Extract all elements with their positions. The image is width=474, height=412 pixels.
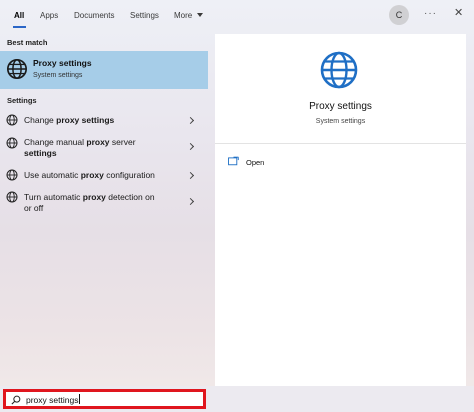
settings-result-label: Change proxy settings <box>24 115 115 125</box>
settings-result-label: Use automatic proxy configuration <box>24 170 155 180</box>
search-icon <box>11 395 21 405</box>
globe-icon <box>6 114 18 126</box>
settings-result-label: Turn automatic proxy detection on or off <box>24 192 155 213</box>
divider <box>215 143 466 144</box>
active-tab-indicator <box>13 26 26 28</box>
avatar[interactable]: C <box>389 5 409 25</box>
settings-result-item[interactable]: Turn automatic proxy detection on or off <box>0 188 208 216</box>
chevron-right-icon[interactable] <box>186 171 195 180</box>
search-input[interactable]: proxy settings <box>3 389 206 409</box>
open-label: Open <box>246 158 265 167</box>
tab-all[interactable]: All <box>14 11 24 20</box>
search-query: proxy settings <box>26 394 81 405</box>
close-icon[interactable]: ✕ <box>454 6 463 19</box>
open-action[interactable]: Open <box>228 156 348 170</box>
settings-result-label: Change manual proxy server settings <box>24 137 136 158</box>
tab-documents[interactable]: Documents <box>74 11 114 20</box>
start-search-panel: All Apps Documents Settings More C ··· ✕… <box>0 0 474 386</box>
settings-heading: Settings <box>7 96 37 105</box>
detail-subtitle: System settings <box>315 118 366 125</box>
best-match-subtitle: System settings <box>33 72 83 79</box>
text-caret <box>79 394 81 404</box>
tab-settings[interactable]: Settings <box>130 11 159 20</box>
globe-icon <box>7 59 27 79</box>
detail-title: Proxy settings <box>309 101 372 112</box>
chevron-right-icon[interactable] <box>186 197 195 206</box>
chevron-down-icon <box>197 13 203 17</box>
chevron-right-icon[interactable] <box>186 116 195 125</box>
settings-result-item[interactable]: Use automatic proxy configuration <box>0 166 208 184</box>
tab-more[interactable]: More <box>174 11 192 20</box>
chevron-right-icon[interactable] <box>186 142 195 151</box>
globe-icon <box>6 169 18 181</box>
globe-icon <box>6 191 18 203</box>
globe-icon <box>320 51 358 89</box>
open-window-icon <box>228 156 239 166</box>
more-options-icon[interactable]: ··· <box>424 8 437 19</box>
best-match-title: Proxy settings <box>33 58 92 68</box>
best-match-heading: Best match <box>7 38 48 47</box>
result-detail-pane: Proxy settings System settings Open <box>215 34 466 386</box>
settings-result-item[interactable]: Change manual proxy server settings <box>0 134 208 162</box>
settings-result-item[interactable]: Change proxy settings <box>0 112 208 130</box>
globe-icon <box>6 137 18 149</box>
tab-apps[interactable]: Apps <box>40 11 58 20</box>
filter-tabs: All Apps Documents Settings More C ··· ✕ <box>0 0 474 32</box>
best-match-result[interactable]: Proxy settings System settings <box>0 51 208 89</box>
